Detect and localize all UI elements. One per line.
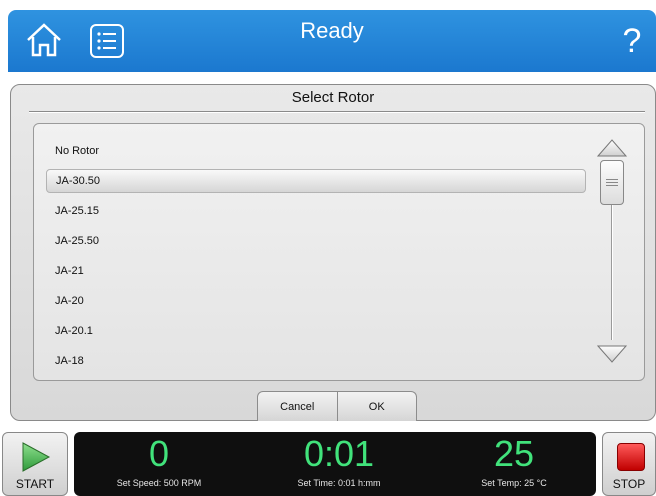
- rotor-list-scrollbar[interactable]: [596, 132, 628, 370]
- rotor-list-item[interactable]: JA-25.15: [46, 196, 586, 226]
- rotor-rows: No Rotor JA-30.50 JA-25.15 JA-25.50 JA-21 JA-…: [46, 136, 586, 376]
- divider: [29, 111, 645, 113]
- temp-value: 25: [493, 433, 535, 474]
- rotor-list-item[interactable]: JA-18: [46, 346, 586, 376]
- scroll-thumb[interactable]: [600, 160, 624, 205]
- play-icon: [22, 442, 51, 472]
- header-bar: Ready ?: [8, 10, 656, 72]
- cancel-button[interactable]: Cancel: [258, 392, 337, 421]
- time-readout: 0:01 Set Time: 0:01 h:mm: [274, 432, 404, 490]
- scroll-down-arrow-icon[interactable]: [596, 344, 628, 366]
- temp-readout: 25 Set Temp: 25 °C: [454, 432, 574, 490]
- time-setpoint: Set Time: 0:01 h:mm: [297, 478, 381, 488]
- speed-setpoint: Set Speed: 500 RPM: [116, 478, 202, 488]
- rotor-list-item[interactable]: No Rotor: [46, 136, 586, 166]
- rotor-list: No Rotor JA-30.50 JA-25.15 JA-25.50 JA-21 JA-…: [33, 123, 645, 381]
- temp-setpoint: Set Temp: 25 °C: [481, 478, 547, 488]
- help-icon: ?: [622, 22, 642, 60]
- dialog-button-group: Cancel OK: [257, 391, 417, 421]
- start-button[interactable]: START: [2, 432, 68, 496]
- stop-label: STOP: [612, 477, 646, 491]
- dialog-title: Select Rotor: [291, 89, 375, 106]
- rotor-list-item[interactable]: JA-25.50: [46, 226, 586, 256]
- stop-icon: [617, 443, 645, 471]
- stop-button[interactable]: STOP: [602, 432, 656, 496]
- rotor-list-item[interactable]: JA-21: [46, 256, 586, 286]
- help-button[interactable]: ?: [620, 20, 644, 62]
- rotor-list-item[interactable]: JA-20.1: [46, 316, 586, 346]
- ok-button[interactable]: OK: [336, 392, 417, 421]
- select-rotor-dialog: Select Rotor No Rotor JA-30.50 JA-25.15 JA-…: [10, 84, 656, 421]
- status-title: Ready: [300, 18, 364, 43]
- start-label: START: [15, 477, 55, 491]
- speed-value: 0: [148, 433, 170, 474]
- rotor-list-item[interactable]: JA-20: [46, 286, 586, 316]
- run-status-panel: 0 Set Speed: 500 RPM 0:01 Set Time: 0:01…: [74, 432, 596, 496]
- scroll-up-arrow-icon[interactable]: [596, 136, 628, 158]
- rotor-list-item[interactable]: JA-30.50: [46, 169, 586, 193]
- speed-readout: 0 Set Speed: 500 RPM: [104, 432, 214, 490]
- time-value: 0:01: [303, 433, 375, 474]
